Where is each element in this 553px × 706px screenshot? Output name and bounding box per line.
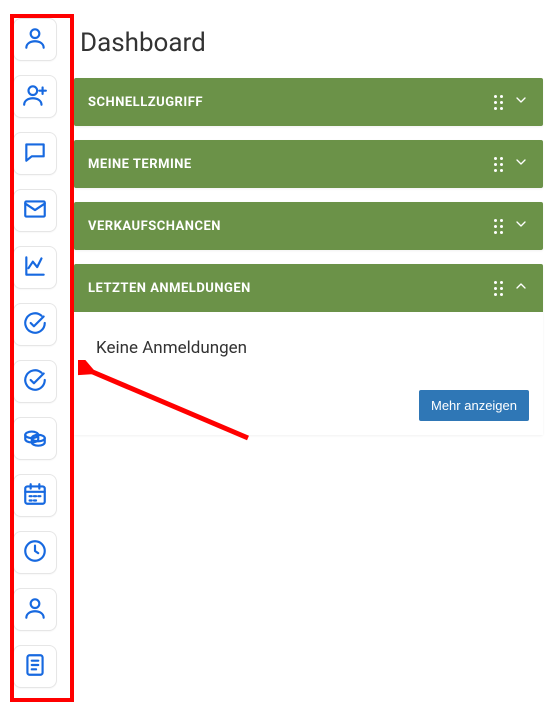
- sidebar-item-check-2[interactable]: [13, 360, 57, 403]
- sidebar-item-chart[interactable]: [13, 246, 57, 289]
- sidebar-item-person-add[interactable]: [13, 75, 57, 118]
- sidebar-item-note[interactable]: [13, 645, 57, 688]
- sidebar-item-chat[interactable]: [13, 132, 57, 175]
- person-plus-icon: [22, 82, 48, 112]
- chevron-down-icon[interactable]: [513, 216, 529, 236]
- sidebar-item-person[interactable]: [13, 18, 57, 61]
- sidebar: [0, 0, 70, 706]
- more-button[interactable]: Mehr anzeigen: [419, 390, 529, 421]
- chevron-down-icon[interactable]: [513, 92, 529, 112]
- panel-controls: [494, 154, 529, 174]
- calendar-icon: [22, 481, 48, 511]
- panel-title: MEINE TERMINE: [88, 157, 494, 172]
- drag-handle-icon[interactable]: [494, 219, 503, 234]
- note-icon: [22, 652, 48, 682]
- panel-controls: [494, 216, 529, 236]
- sidebar-item-check[interactable]: [13, 303, 57, 346]
- panel-header[interactable]: MEINE TERMINE: [74, 140, 543, 188]
- page-title: Dashboard: [74, 28, 543, 58]
- person-icon: [22, 25, 48, 55]
- empty-state-text: Keine Anmeldungen: [96, 338, 521, 358]
- chat-bubble-icon: [22, 139, 48, 169]
- panel-controls: [494, 92, 529, 112]
- panel-body: Keine Anmeldungen Mehr anzeigen: [74, 312, 543, 435]
- drag-handle-icon[interactable]: [494, 157, 503, 172]
- panel-anmeldungen: LETZTEN ANMELDUNGEN Keine Anmeldungen Me…: [74, 264, 543, 435]
- drag-handle-icon[interactable]: [494, 281, 503, 296]
- clock-icon: [22, 538, 48, 568]
- check-circle-icon: [22, 367, 48, 397]
- panel-header[interactable]: LETZTEN ANMELDUNGEN: [74, 264, 543, 312]
- sidebar-item-person-2[interactable]: [13, 588, 57, 631]
- person-icon: [22, 595, 48, 625]
- panel-title: VERKAUFSCHANCEN: [88, 219, 494, 234]
- panel-schnellzugriff: SCHNELLZUGRIFF: [74, 78, 543, 126]
- panel-verkauf: VERKAUFSCHANCEN: [74, 202, 543, 250]
- panel-header[interactable]: SCHNELLZUGRIFF: [74, 78, 543, 126]
- drag-handle-icon[interactable]: [494, 95, 503, 110]
- sidebar-item-calendar[interactable]: [13, 474, 57, 517]
- panel-termine: MEINE TERMINE: [74, 140, 543, 188]
- panel-header[interactable]: VERKAUFSCHANCEN: [74, 202, 543, 250]
- check-circle-icon: [22, 310, 48, 340]
- sidebar-item-clock[interactable]: [13, 531, 57, 574]
- sidebar-item-mail[interactable]: [13, 189, 57, 232]
- mail-icon: [22, 196, 48, 226]
- panel-controls: [494, 278, 529, 298]
- coins-icon: [22, 424, 48, 454]
- panel-title: SCHNELLZUGRIFF: [88, 95, 494, 110]
- chevron-up-icon[interactable]: [513, 278, 529, 298]
- main-content: Dashboard SCHNELLZUGRIFF MEINE TERMINE: [70, 0, 553, 706]
- panel-title: LETZTEN ANMELDUNGEN: [88, 281, 494, 296]
- chevron-down-icon[interactable]: [513, 154, 529, 174]
- sidebar-item-coins[interactable]: [13, 417, 57, 460]
- chart-line-icon: [22, 253, 48, 283]
